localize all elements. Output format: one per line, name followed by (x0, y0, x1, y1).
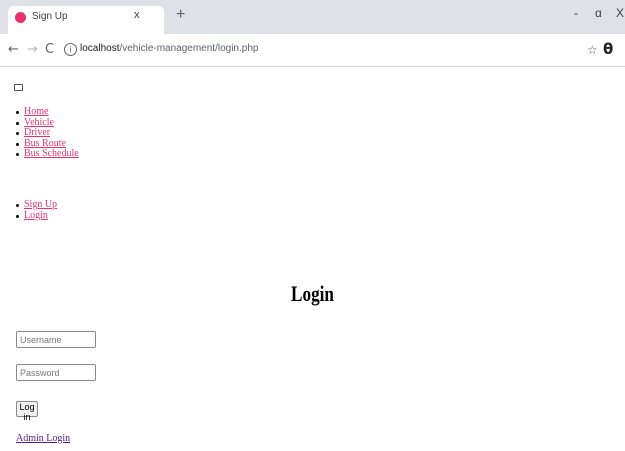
nav-link-bus-route[interactable]: Bus Route (24, 138, 66, 149)
username-input[interactable] (16, 331, 96, 348)
new-tab-button[interactable]: + (176, 6, 185, 24)
nav-link-bus-schedule[interactable]: Bus Schedule (24, 148, 79, 159)
minimize-button[interactable]: - (574, 6, 578, 20)
browser-tab[interactable]: Sign Up x (8, 6, 164, 34)
login-button[interactable]: Log in (16, 401, 38, 422)
nav-link-vehicle[interactable]: Vehicle (24, 117, 54, 128)
nav-link-driver[interactable]: Driver (24, 127, 50, 138)
favicon-icon (15, 12, 26, 23)
auth-nav: Sign Up Login (0, 199, 57, 222)
page-content: Home Vehicle Driver Bus Route Bus Schedu… (0, 67, 625, 451)
kebab-menu-icon[interactable]: ⋮ (620, 41, 625, 56)
browser-tabstrip: Sign Up x + - ɑ X (0, 0, 625, 34)
password-input[interactable] (16, 364, 96, 381)
info-icon[interactable]: i (64, 43, 77, 56)
nav-link-sign-up[interactable]: Sign Up (24, 199, 57, 210)
url-host: localhost (80, 43, 120, 54)
page-title: Login (291, 281, 334, 306)
back-arrow-icon[interactable]: ← (8, 42, 19, 57)
nav-item-bus-schedule: Bus Schedule (16, 148, 79, 160)
nav-link-login[interactable]: Login (24, 210, 48, 221)
nav-item-login: Login (15, 210, 57, 222)
address-bar[interactable]: i localhost/vehicle-management/login.php (62, 38, 602, 62)
navbar-toggler-icon[interactable] (14, 84, 23, 91)
forward-arrow-icon[interactable]: → (27, 42, 38, 57)
url-path: /vehicle-management/login.php (119, 43, 259, 54)
reload-icon[interactable]: C (45, 42, 54, 57)
url-text[interactable]: localhost/vehicle-management/login.php (80, 43, 258, 54)
close-window-button[interactable]: X (616, 6, 624, 20)
star-icon[interactable]: ☆ (587, 43, 598, 57)
tab-title: Sign Up (32, 11, 68, 22)
nav-link-home[interactable]: Home (24, 106, 48, 117)
admin-login-link[interactable]: Admin Login (16, 433, 70, 444)
profile-icon[interactable]: θ (603, 40, 613, 58)
restore-button[interactable]: ɑ (595, 6, 602, 20)
tab-close-icon[interactable]: x (134, 9, 140, 21)
browser-toolbar: ← → C i localhost/vehicle-management/log… (0, 34, 625, 67)
main-nav: Home Vehicle Driver Bus Route Bus Schedu… (0, 106, 79, 160)
